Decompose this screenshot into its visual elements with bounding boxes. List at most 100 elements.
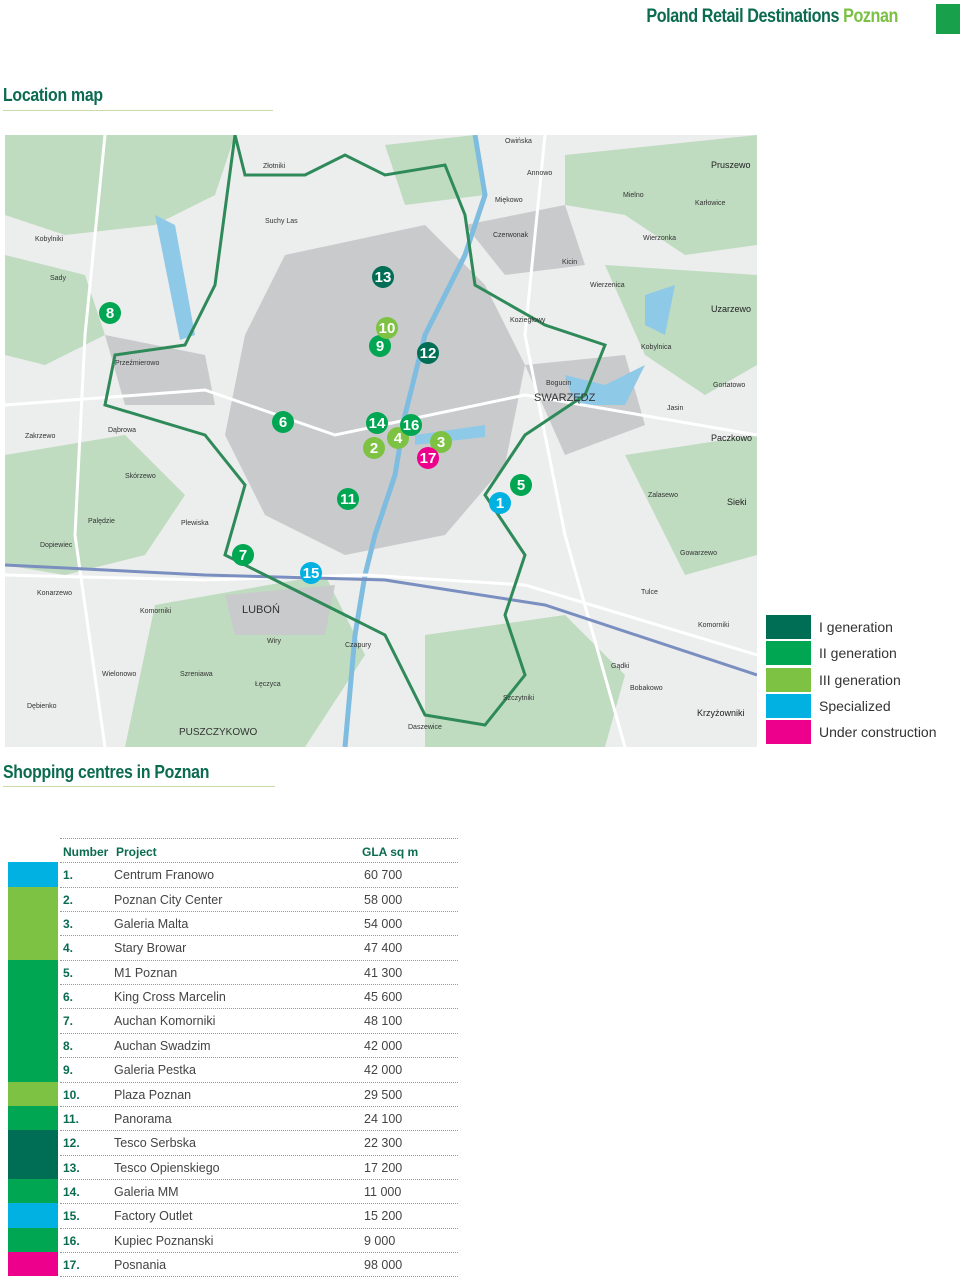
brand-block [936, 4, 960, 34]
row-number: 7. [63, 1014, 74, 1029]
svg-text:Zalasewo: Zalasewo [648, 492, 678, 499]
row-category-swatch [8, 1203, 58, 1228]
row-project: Tesco Serbska [114, 1136, 196, 1151]
marker-label: 3 [437, 434, 445, 451]
divider [3, 110, 273, 111]
legend-item: II generation [766, 640, 937, 666]
row-category-swatch [8, 1081, 58, 1106]
marker-label: 8 [106, 305, 114, 322]
row-gla: 42 000 [364, 1063, 403, 1078]
svg-text:Zakrzewo: Zakrzewo [25, 433, 55, 440]
legend-swatch [766, 641, 811, 666]
legend-swatch [766, 615, 811, 640]
row-number: 12. [63, 1136, 80, 1151]
svg-text:Łęczyca: Łęczyca [255, 681, 281, 688]
svg-text:Suchy Las: Suchy Las [265, 218, 298, 225]
svg-text:Palędzie: Palędzie [88, 518, 115, 525]
marker-label: 5 [517, 477, 525, 494]
row-number: 15. [63, 1209, 80, 1224]
legend-label: I generation [819, 619, 893, 636]
row-gla: 98 000 [364, 1257, 403, 1272]
row-gla: 15 200 [364, 1209, 403, 1224]
row-category-swatch [8, 1008, 58, 1033]
svg-text:Jasin: Jasin [667, 405, 683, 412]
row-gla: 60 700 [364, 868, 403, 883]
legend-item: III generation [766, 667, 937, 693]
row-category-swatch [8, 1178, 58, 1204]
place-label-paczkowo: Paczkowo [711, 433, 752, 443]
row-gla: 11 000 [364, 1184, 402, 1199]
row-project: Auchan Swadzim [114, 1038, 211, 1053]
svg-text:Karłowice: Karłowice [695, 200, 725, 207]
row-gla: 24 100 [364, 1111, 403, 1126]
svg-text:Kicin: Kicin [562, 259, 577, 266]
table-row: 8. Auchan Swadzim 42 000 [60, 1032, 458, 1058]
svg-text:Wielonowo: Wielonowo [102, 671, 136, 678]
row-project: M1 Poznan [114, 965, 178, 980]
row-project: Galeria Pestka [114, 1063, 196, 1078]
location-map[interactable]: Złotniki Suchy Las Kobylniki Sady Przeźm… [5, 135, 757, 747]
row-project: Panorama [114, 1111, 172, 1126]
svg-text:Plewiska: Plewiska [181, 520, 209, 527]
table-row: 5. M1 Poznan 41 300 [60, 959, 458, 985]
row-gla: 45 600 [364, 990, 403, 1005]
row-category-swatch [8, 1227, 58, 1252]
marker-label: 15 [303, 565, 320, 582]
svg-text:Gortatowo: Gortatowo [713, 382, 745, 389]
map-section-title: Location map [3, 85, 103, 105]
table-row: 11. Panorama 24 100 [60, 1105, 458, 1131]
legend-item: I generation [766, 614, 937, 640]
legend-label: Specialized [819, 698, 891, 715]
place-label-sieki: Sieki [727, 497, 747, 507]
svg-text:Złotniki: Złotniki [263, 163, 286, 170]
row-project: Kupiec Poznanski [114, 1233, 214, 1248]
row-number: 1. [63, 868, 74, 883]
row-gla: 58 000 [364, 892, 403, 907]
svg-text:Gądki: Gądki [611, 663, 630, 670]
svg-text:Dopiewiec: Dopiewiec [40, 542, 73, 549]
divider [60, 1276, 458, 1278]
legend-label: II generation [819, 645, 897, 662]
row-number: 2. [63, 892, 74, 907]
svg-text:Wierzonka: Wierzonka [643, 235, 676, 242]
row-number: 13. [63, 1160, 80, 1175]
table-row: 7. Auchan Komorniki 48 100 [60, 1008, 458, 1033]
table-row: 4. Stary Browar 47 400 [60, 935, 458, 960]
svg-text:Czapury: Czapury [345, 642, 372, 649]
table-row: 6. King Cross Marcelin 45 600 [60, 984, 458, 1009]
row-project: Stary Browar [114, 941, 187, 956]
row-number: 3. [63, 917, 74, 932]
row-category-swatch [8, 984, 58, 1009]
row-project: Tesco Opienskiego [114, 1160, 220, 1175]
svg-text:Wiry: Wiry [267, 638, 281, 645]
row-gla: 22 300 [364, 1136, 403, 1151]
map-legend: I generation II generation III generatio… [766, 614, 937, 745]
table-row: 3. Galeria Malta 54 000 [60, 911, 458, 936]
row-category-swatch [8, 959, 58, 985]
marker-label: 2 [370, 440, 378, 457]
row-gla: 47 400 [364, 941, 403, 956]
svg-text:Dąbrowa: Dąbrowa [108, 427, 136, 434]
row-category-swatch [8, 1251, 58, 1277]
row-category-swatch [8, 1154, 58, 1179]
marker-label: 1 [496, 495, 504, 512]
title-main: Poland Retail Destinations [646, 6, 840, 27]
row-gla: 9 000 [364, 1233, 396, 1248]
title-city: Poznan [843, 6, 898, 27]
svg-text:Miękowo: Miękowo [495, 197, 523, 204]
header-number: Number [63, 845, 109, 859]
legend-swatch [766, 667, 811, 692]
table-row: 17. Posnania 98 000 [60, 1251, 458, 1277]
row-category-swatch [8, 1032, 58, 1058]
table-section-title: Shopping centres in Poznan [3, 762, 210, 782]
marker-label: 6 [279, 414, 287, 431]
marker-label: 7 [239, 547, 247, 564]
header-project: Project [116, 845, 157, 859]
svg-text:Owińska: Owińska [505, 138, 532, 145]
svg-text:Wierzenica: Wierzenica [590, 282, 625, 289]
row-project: Galeria MM [114, 1184, 179, 1199]
svg-text:Dębienko: Dębienko [27, 703, 57, 710]
row-category-swatch [8, 886, 58, 912]
marker-label: 14 [369, 415, 386, 432]
table-row: 14. Galeria MM 11 000 [60, 1178, 458, 1204]
